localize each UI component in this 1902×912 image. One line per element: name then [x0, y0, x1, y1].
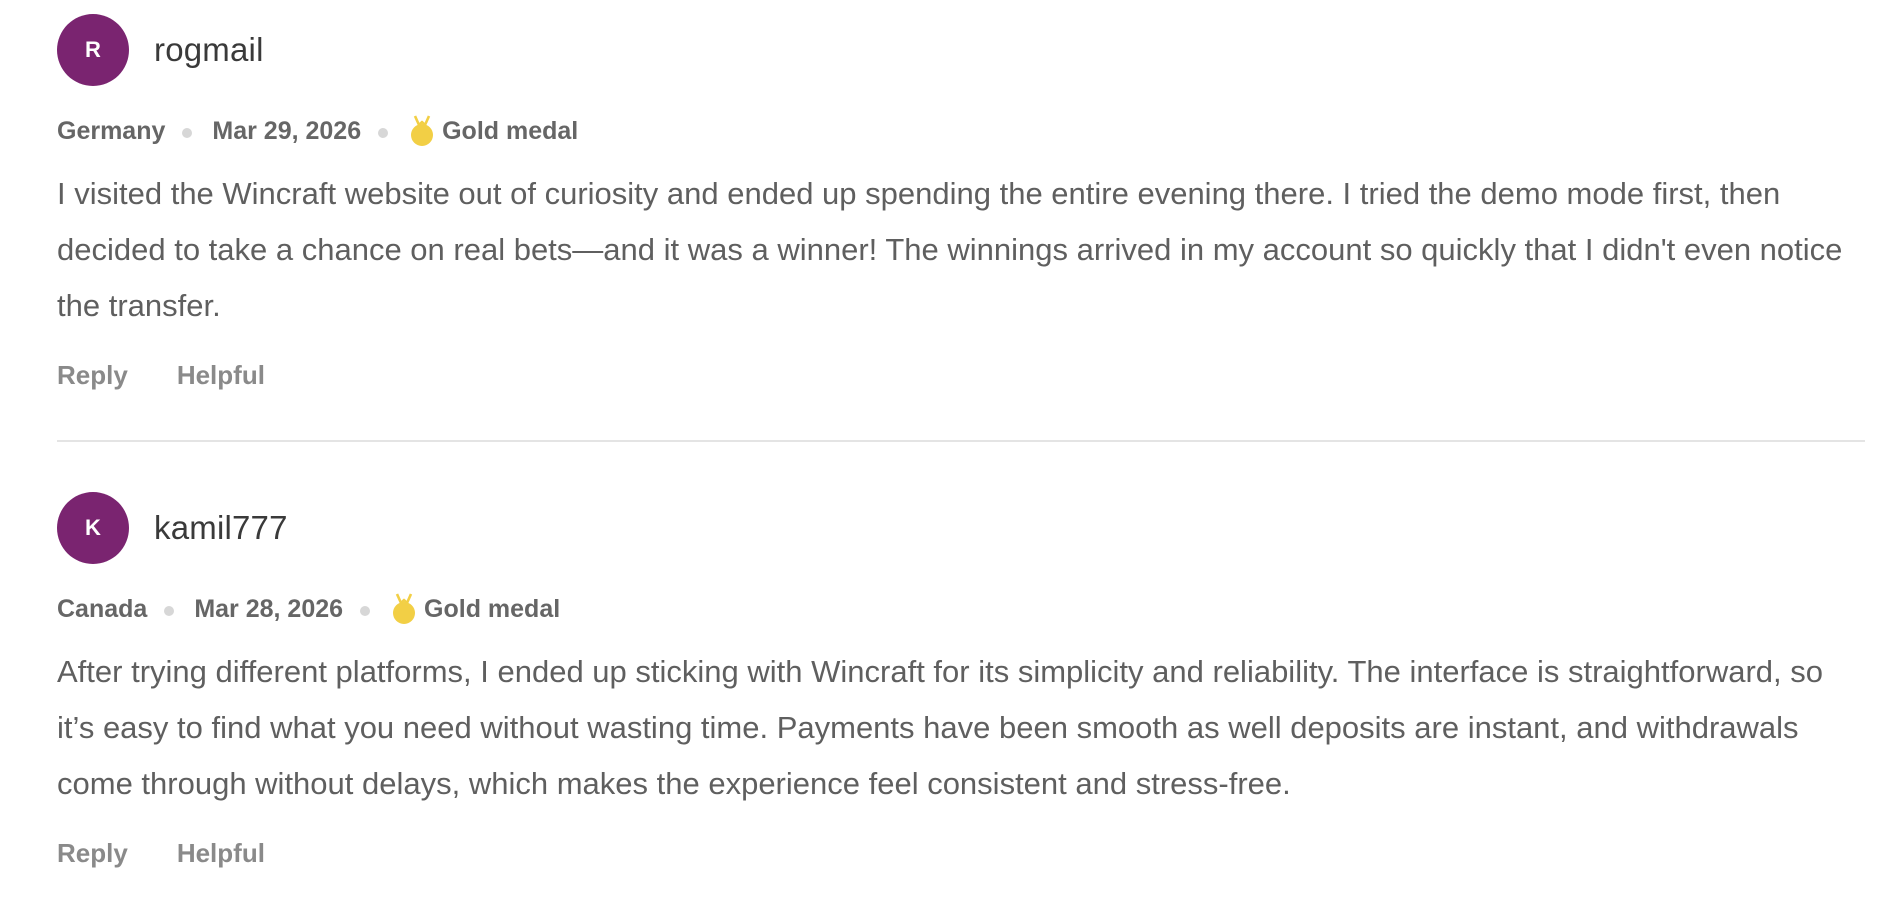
- review-actions: Reply Helpful: [57, 356, 1865, 394]
- avatar[interactable]: K: [57, 492, 129, 564]
- reply-button[interactable]: Reply: [57, 838, 128, 869]
- avatar[interactable]: R: [57, 14, 129, 86]
- country: Germany: [57, 116, 166, 145]
- review-date: Mar 29, 2026: [212, 116, 362, 145]
- review-meta: Canada Mar 28, 2026 Gold medal: [57, 592, 1865, 626]
- separator-dot: [164, 606, 175, 616]
- medal-badge: Gold medal: [408, 115, 578, 147]
- review-date: Mar 28, 2026: [194, 594, 344, 623]
- separator-dot: [360, 606, 371, 616]
- separator-dot: [182, 128, 193, 138]
- medal-label: Gold medal: [424, 594, 561, 623]
- review-divider: [57, 440, 1865, 442]
- gold-medal-icon: [393, 593, 416, 624]
- review-header: K kamil777: [57, 492, 1865, 564]
- review-actions: Reply Helpful: [57, 834, 1865, 872]
- avatar-initial: R: [85, 37, 101, 62]
- medal-label: Gold medal: [442, 116, 579, 145]
- avatar-initial: K: [85, 515, 101, 540]
- review-text: I visited the Wincraft website out of cu…: [57, 176, 1843, 323]
- country: Canada: [57, 594, 148, 623]
- helpful-button[interactable]: Helpful: [177, 838, 265, 869]
- username[interactable]: kamil777: [154, 509, 288, 547]
- medal-badge: Gold medal: [390, 593, 560, 625]
- username[interactable]: rogmail: [154, 31, 264, 69]
- helpful-button[interactable]: Helpful: [177, 360, 265, 391]
- review-item: K kamil777 Canada Mar 28, 2026 Gold meda…: [57, 492, 1865, 872]
- reply-button[interactable]: Reply: [57, 360, 128, 391]
- review-text: After trying different platforms, I ende…: [57, 654, 1823, 801]
- review-meta: Germany Mar 29, 2026 Gold medal: [57, 114, 1865, 148]
- separator-dot: [378, 128, 389, 138]
- gold-medal-icon: [411, 115, 434, 146]
- review-header: R rogmail: [57, 14, 1865, 86]
- reviews-list: R rogmail Germany Mar 29, 2026 Gold meda…: [0, 0, 1902, 912]
- review-item: R rogmail Germany Mar 29, 2026 Gold meda…: [57, 14, 1865, 394]
